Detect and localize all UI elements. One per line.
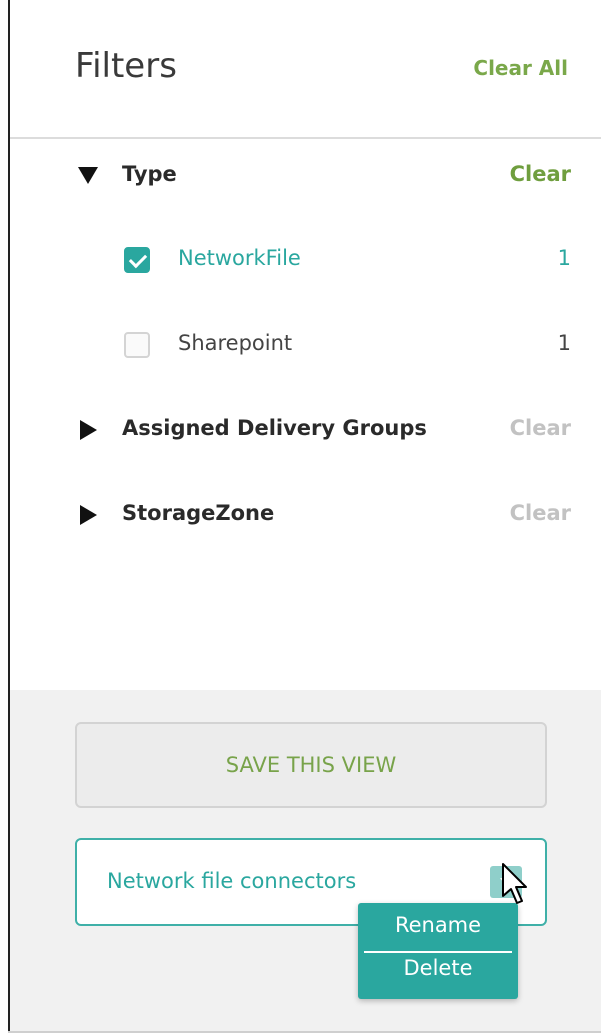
clear-storagezone-link[interactable]: Clear <box>510 501 571 525</box>
triangle-right-icon[interactable] <box>80 420 97 440</box>
section-label-assigned-delivery-groups[interactable]: Assigned Delivery Groups <box>122 416 427 440</box>
filters-title: Filters <box>75 46 177 86</box>
filter-option-sharepoint[interactable]: Sharepoint 1 <box>10 327 601 367</box>
filter-section-type[interactable]: Type Clear <box>10 158 601 198</box>
triangle-right-icon[interactable] <box>80 505 97 525</box>
option-label-networkfile[interactable]: NetworkFile <box>178 246 301 270</box>
mouse-pointer-icon <box>502 863 527 904</box>
option-count-networkfile: 1 <box>557 246 571 270</box>
filters-header: Filters Clear All <box>10 0 601 139</box>
section-label-storagezone[interactable]: StorageZone <box>122 501 274 525</box>
option-count-sharepoint: 1 <box>557 331 571 355</box>
clear-type-link[interactable]: Clear <box>510 162 571 186</box>
saved-view-context-menu: Rename Delete <box>358 903 518 999</box>
triangle-down-icon[interactable] <box>78 167 98 184</box>
clear-delivery-groups-link[interactable]: Clear <box>510 416 571 440</box>
filter-section-storagezone[interactable]: StorageZone Clear <box>10 497 601 537</box>
saved-view-value[interactable]: Network file connectors <box>107 869 356 893</box>
menu-item-rename[interactable]: Rename <box>358 913 518 953</box>
checkbox-networkfile[interactable] <box>124 247 150 273</box>
filter-option-networkfile[interactable]: NetworkFile 1 <box>10 242 601 282</box>
filter-section-assigned-delivery-groups[interactable]: Assigned Delivery Groups Clear <box>10 412 601 452</box>
section-label-type[interactable]: Type <box>122 162 177 186</box>
checkbox-sharepoint[interactable] <box>124 332 150 358</box>
option-label-sharepoint[interactable]: Sharepoint <box>178 331 292 355</box>
menu-separator <box>364 951 512 953</box>
save-view-button[interactable]: SAVE THIS VIEW <box>75 722 547 808</box>
menu-item-delete[interactable]: Delete <box>358 956 518 996</box>
clear-all-link[interactable]: Clear All <box>473 56 568 80</box>
